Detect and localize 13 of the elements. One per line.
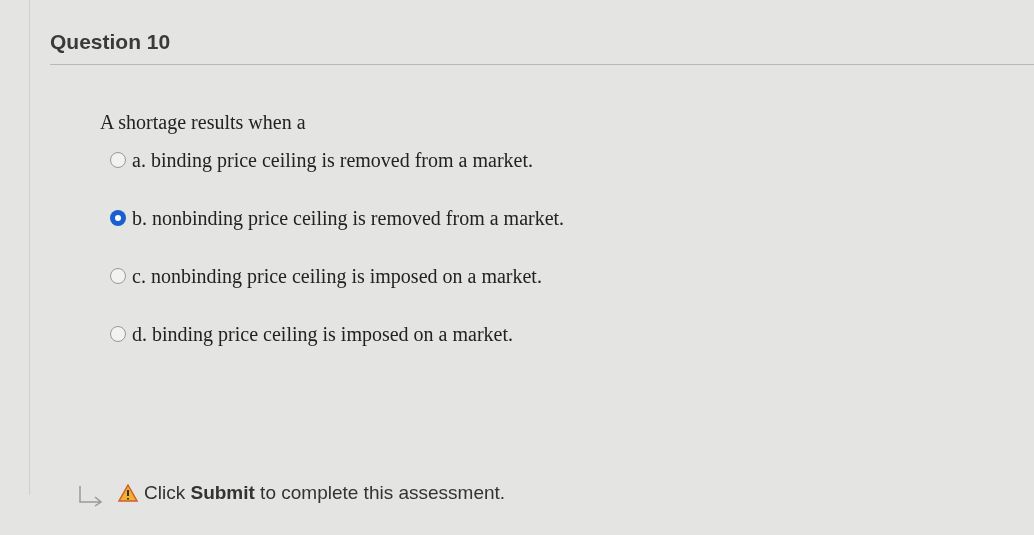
question-title: Question 10 [50,30,171,53]
radio-button[interactable] [110,325,126,342]
question-prompt: A shortage results when a [100,109,307,136]
radio-button[interactable] [110,151,126,168]
answer-option[interactable]: d. binding price ceiling is imposed on a market. [110,318,1034,349]
answer-option[interactable]: a. binding price ceiling is removed from a market. [110,144,1034,175]
submit-notice: Click Submit to complete this assessment. [144,480,506,505]
return-arrow-icon [78,485,104,507]
radio-button[interactable] [110,209,126,226]
warning-icon [118,483,138,502]
answer-option[interactable]: c. nonbinding price ceiling is imposed on a market. [110,260,1034,291]
answer-option[interactable]: b. nonbinding price ceiling is removed from a market. [110,202,1034,233]
radio-button[interactable] [110,267,126,284]
